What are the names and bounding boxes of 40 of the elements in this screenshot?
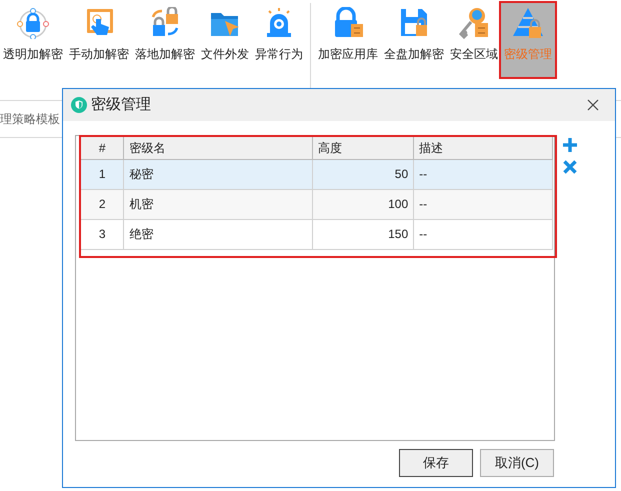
table-row[interactable]: 1 秘密 50 -- (81, 159, 552, 189)
key-icon (458, 7, 490, 39)
table-cell: -- (414, 219, 552, 249)
save-button[interactable]: 保存 (399, 449, 473, 477)
close-icon[interactable] (587, 99, 599, 111)
cancel-button[interactable]: 取消(C) (480, 449, 554, 477)
lock-icon (17, 7, 49, 39)
toolbar-button[interactable]: 落地加解密 (132, 3, 198, 77)
add-icon[interactable] (563, 138, 577, 152)
table-cell: 秘密 (124, 159, 313, 189)
toolbar-button[interactable]: 全盘加解密 (381, 3, 447, 77)
toolbar-button[interactable]: 异常行为 (252, 3, 306, 77)
table-cell: 150 (312, 219, 414, 249)
lock-icon (332, 7, 364, 39)
column-header: 高度 (312, 137, 414, 159)
dialog-title: 密级管理 (91, 94, 151, 115)
column-header: # (81, 137, 124, 159)
toolbar-button[interactable]: 文件外发 (198, 3, 252, 77)
sidebar-text[interactable]: 理策略模板 (0, 110, 60, 128)
table-cell: 100 (312, 189, 414, 219)
toolbar-button[interactable]: 透明加解密 (0, 3, 66, 77)
table-cell: 50 (312, 159, 414, 189)
pyramid-icon (512, 7, 544, 39)
column-header: 密级名 (124, 137, 313, 159)
table-cell: 绝密 (124, 219, 313, 249)
delete-icon[interactable] (563, 160, 577, 174)
table-cell: 3 (81, 219, 124, 249)
toolbar-button[interactable]: 手动加解密 (66, 3, 132, 77)
toolbar-button[interactable]: 加密应用库 (315, 3, 381, 77)
table-row[interactable]: 3 绝密 150 -- (81, 219, 552, 249)
table-cell: 2 (81, 189, 124, 219)
toolbar-button[interactable]: 安全区域 (447, 3, 501, 77)
table-cell: -- (414, 189, 552, 219)
padlocks-icon (149, 7, 181, 39)
table-cell: 1 (81, 159, 124, 189)
shield-icon (71, 97, 87, 113)
table-cell: 机密 (124, 189, 313, 219)
column-header: 描述 (414, 137, 552, 159)
table-row[interactable]: 2 机密 100 -- (81, 189, 552, 219)
table-cell: -- (414, 159, 552, 189)
